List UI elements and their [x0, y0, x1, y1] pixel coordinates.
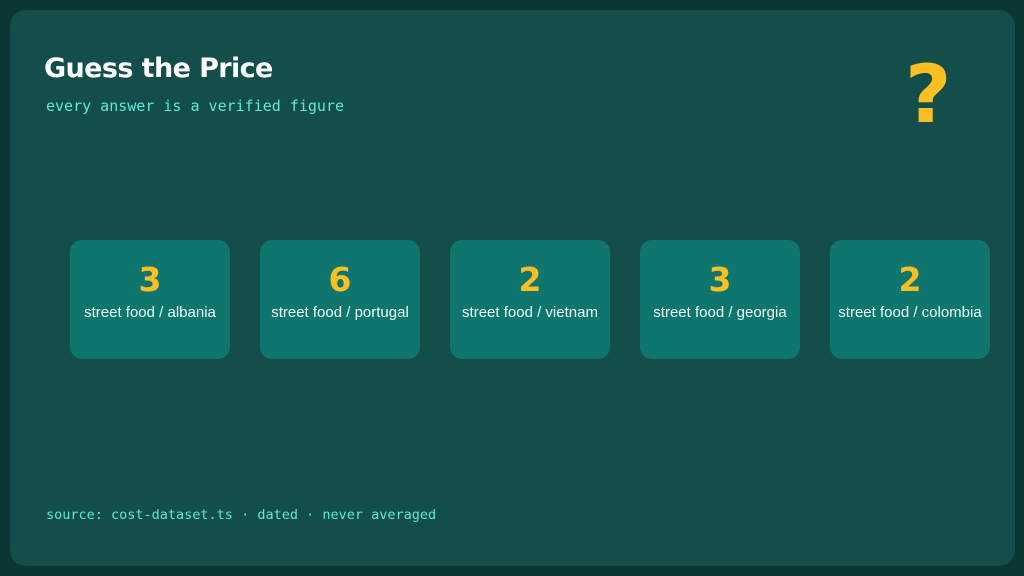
card-value: 2 [898, 260, 922, 299]
price-card-portugal[interactable]: 6 street food / portugal [260, 240, 420, 359]
card-label: street food / portugal [271, 304, 409, 321]
page-title: Guess the Price [44, 53, 273, 84]
price-card-row: 3 street food / albania 6 street food / … [70, 240, 1015, 359]
page-subtitle: every answer is a verified figure [46, 97, 345, 115]
price-card-albania[interactable]: 3 street food / albania [70, 240, 230, 359]
card-label: street food / vietnam [462, 304, 598, 321]
card-label: street food / colombia [838, 304, 982, 321]
card-label: street food / georgia [653, 304, 787, 321]
card-value: 6 [328, 260, 352, 299]
card-label: street food / albania [84, 304, 216, 321]
question-mark-icon: ? [905, 48, 952, 141]
price-card-colombia[interactable]: 2 street food / colombia [830, 240, 990, 359]
card-value: 3 [708, 260, 732, 299]
price-card-vietnam[interactable]: 2 street food / vietnam [450, 240, 610, 359]
source-footer: source: cost-dataset.ts · dated · never … [46, 507, 437, 523]
card-value: 3 [138, 260, 162, 299]
slide-panel: Guess the Price every answer is a verifi… [10, 10, 1015, 566]
card-value: 2 [518, 260, 542, 299]
price-card-georgia[interactable]: 3 street food / georgia [640, 240, 800, 359]
